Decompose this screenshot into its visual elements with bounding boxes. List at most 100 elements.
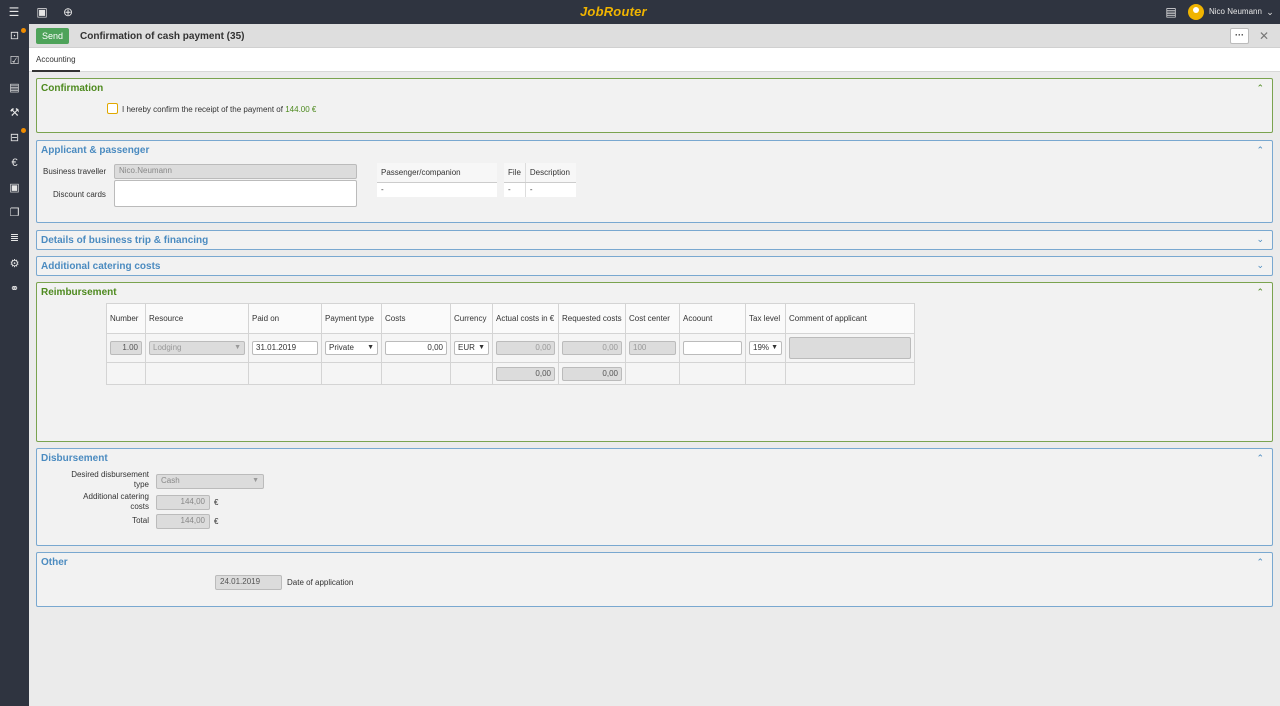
file-header: File xyxy=(504,163,526,183)
send-button[interactable]: Send xyxy=(36,28,69,44)
number-field[interactable]: 1.00 xyxy=(110,341,142,355)
requested-costs-cell: 0,00 xyxy=(558,333,626,363)
catering-costs-field: 144,00 xyxy=(156,495,210,510)
currency-symbol: € xyxy=(214,498,219,507)
reimbursement-section: Reimbursement ⌃ Number Resource Paid on … xyxy=(36,282,1273,442)
description-header: Description xyxy=(524,163,576,183)
chevron-down-icon[interactable]: ⌄ xyxy=(1256,260,1264,271)
business-traveller-label: Business traveller xyxy=(43,167,107,176)
section-title[interactable]: Details of business trip & financing xyxy=(41,235,208,246)
discount-cards-field[interactable] xyxy=(114,180,357,207)
caret-down-icon: ▼ xyxy=(252,477,259,484)
chevron-down-icon[interactable]: ⌄ xyxy=(1262,4,1278,20)
empty-cell xyxy=(381,362,451,385)
clipboard-icon[interactable]: ▤ xyxy=(1163,4,1179,20)
empty-cell xyxy=(745,362,786,385)
catering-section: Additional catering costs ⌄ xyxy=(36,256,1273,276)
list-icon[interactable]: ≣ xyxy=(6,230,23,247)
payment-type-select[interactable]: Private ▼ xyxy=(325,341,378,355)
receipt-icon[interactable]: ⊟ xyxy=(6,130,23,147)
disbursement-type-select[interactable]: Cash ▼ xyxy=(156,474,264,489)
passenger-table: Passenger/companion - xyxy=(377,163,497,197)
resource-value: Lodging xyxy=(153,343,182,352)
column-header: Requested costs xyxy=(558,303,626,334)
confirm-text: I hereby confirm the receipt of the paym… xyxy=(122,105,283,114)
table-row: 1.00 Lodging ▼ 31.01.2019 Private ▼ 0,00 E… xyxy=(106,333,915,363)
column-header: Payment type xyxy=(321,303,382,334)
column-header: Comment of applicant xyxy=(785,303,915,334)
passenger-value: - xyxy=(381,185,384,195)
other-section: Other ⌃ 24.01.2019 Date of application xyxy=(36,552,1273,607)
wrench-icon[interactable]: ⚙ xyxy=(6,256,23,273)
section-title[interactable]: Reimbursement xyxy=(41,287,117,298)
confirm-receipt-checkbox[interactable] xyxy=(107,103,118,114)
hammer-icon[interactable]: ⚒ xyxy=(6,105,23,122)
section-title[interactable]: Confirmation xyxy=(41,83,103,94)
details-section: Details of business trip & financing ⌄ xyxy=(36,230,1273,250)
sidebar: ⊡ ☑ ▤ ⚒ ⊟ € ▣ ❐ ≣ ⚙ ⚭ xyxy=(0,24,29,706)
resource-cell: Lodging ▼ xyxy=(145,333,249,363)
comment-field[interactable] xyxy=(789,337,911,359)
account-cell xyxy=(679,333,746,363)
costs-field[interactable]: 0,00 xyxy=(385,341,447,355)
paid-on-field[interactable]: 31.01.2019 xyxy=(252,341,318,355)
comment-cell xyxy=(785,333,915,363)
section-title[interactable]: Applicant & passenger xyxy=(41,145,149,156)
section-title[interactable]: Other xyxy=(41,557,68,568)
resource-select[interactable]: Lodging ▼ xyxy=(149,341,245,355)
menu-icon[interactable]: ☰ xyxy=(6,4,22,20)
chevron-up-icon[interactable]: ⌃ xyxy=(1256,83,1264,94)
business-traveller-field[interactable]: Nico.Neumann xyxy=(114,164,357,179)
chevron-up-icon[interactable]: ⌃ xyxy=(1256,145,1264,156)
date-of-application-label: Date of application xyxy=(287,578,354,587)
currency-select[interactable]: EUR ▼ xyxy=(454,341,489,355)
column-header: Currency xyxy=(450,303,493,334)
bookmark-icon[interactable]: ▣ xyxy=(34,4,50,20)
empty-cell xyxy=(145,362,249,385)
document-icon[interactable]: ▤ xyxy=(6,80,23,97)
disbursement-section: Disbursement ⌃ Desired disbursement type… xyxy=(36,448,1273,546)
tasks-icon[interactable]: ☑ xyxy=(6,53,23,70)
column-header: Tax level xyxy=(745,303,786,334)
currency-cell: EUR ▼ xyxy=(450,333,493,363)
section-title[interactable]: Disbursement xyxy=(41,453,108,464)
close-icon[interactable]: ✕ xyxy=(1257,28,1271,44)
avatar[interactable] xyxy=(1188,4,1204,20)
passenger-header: Passenger/companion xyxy=(377,163,497,183)
requested-costs-total-cell: 0,00 xyxy=(558,362,626,385)
tax-level-select[interactable]: 19% ▼ xyxy=(749,341,782,355)
cost-center-cell: 100 xyxy=(625,333,680,363)
chevron-down-icon[interactable]: ⌄ xyxy=(1256,234,1264,245)
reimbursement-table: Number Resource Paid on Payment type Cos… xyxy=(106,303,915,385)
date-of-application-field: 24.01.2019 xyxy=(215,575,282,590)
euro-icon[interactable]: € xyxy=(6,155,23,172)
form-header: Send Confirmation of cash payment (35) ·… xyxy=(29,24,1280,48)
file-table: File Description - - xyxy=(504,163,576,197)
more-options-button[interactable]: ··· xyxy=(1230,28,1249,44)
disbursement-type-label: Desired disbursement type xyxy=(71,470,149,489)
caret-down-icon: ▼ xyxy=(478,344,485,351)
empty-cell xyxy=(321,362,382,385)
total-label: Total xyxy=(132,516,149,525)
empty-cell xyxy=(450,362,493,385)
section-title[interactable]: Additional catering costs xyxy=(41,261,160,272)
contact-icon[interactable]: ▣ xyxy=(6,180,23,197)
actual-costs-field: 0,00 xyxy=(496,341,555,355)
tab-accounting[interactable]: Accounting xyxy=(32,48,80,72)
add-icon[interactable]: ⊕ xyxy=(60,4,76,20)
actual-costs-total-cell: 0,00 xyxy=(492,362,559,385)
file-value: - xyxy=(508,185,511,195)
payment-type-cell: Private ▼ xyxy=(321,333,382,363)
chevron-up-icon[interactable]: ⌃ xyxy=(1256,557,1264,568)
chevron-up-icon[interactable]: ⌃ xyxy=(1256,453,1264,464)
user-name[interactable]: Nico Neumann xyxy=(1209,7,1262,16)
account-field[interactable] xyxy=(683,341,742,355)
chevron-up-icon[interactable]: ⌃ xyxy=(1256,287,1264,298)
column-header: Actual costs in € xyxy=(492,303,559,334)
actual-costs-total: 0,00 xyxy=(496,366,555,381)
column-header: Cost center xyxy=(625,303,680,334)
copy-icon[interactable]: ❐ xyxy=(6,205,23,222)
column-header: Paid on xyxy=(248,303,322,334)
link-icon[interactable]: ⚭ xyxy=(6,281,23,298)
empty-cell xyxy=(625,362,680,385)
